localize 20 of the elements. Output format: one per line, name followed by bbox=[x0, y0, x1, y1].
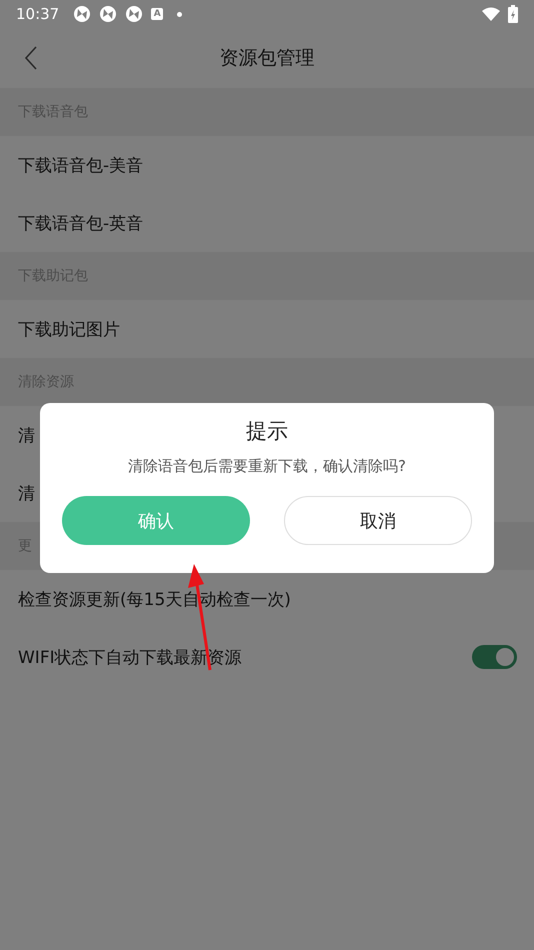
list-item[interactable]: WIFI状态下自动下载最新资源 bbox=[18, 646, 242, 668]
battery-icon bbox=[508, 5, 518, 23]
cancel-button[interactable]: 取消 bbox=[284, 496, 472, 545]
keyboard-icon: A bbox=[151, 8, 164, 20]
list-item[interactable]: 下载语音包-英音 bbox=[18, 212, 144, 234]
list-item[interactable]: 清 bbox=[18, 424, 35, 446]
list-item[interactable]: 下载语音包-美音 bbox=[18, 154, 144, 176]
aperture-icon bbox=[73, 5, 92, 23]
status-time: 10:37 bbox=[16, 5, 60, 23]
toggle-switch[interactable] bbox=[472, 645, 517, 669]
list-item[interactable]: 下载助记图片 bbox=[18, 318, 120, 340]
list-item[interactable]: 清 bbox=[18, 482, 35, 504]
dialog-title: 提示 bbox=[246, 418, 288, 445]
page-title: 资源包管理 bbox=[220, 46, 314, 71]
dialog-message: 清除语音包后需要重新下载，确认清除吗? bbox=[128, 457, 406, 476]
back-icon[interactable] bbox=[24, 46, 38, 70]
dot-icon bbox=[177, 12, 182, 16]
aperture-icon bbox=[99, 5, 118, 23]
aperture-icon bbox=[125, 5, 144, 23]
wifi-icon bbox=[482, 7, 500, 21]
